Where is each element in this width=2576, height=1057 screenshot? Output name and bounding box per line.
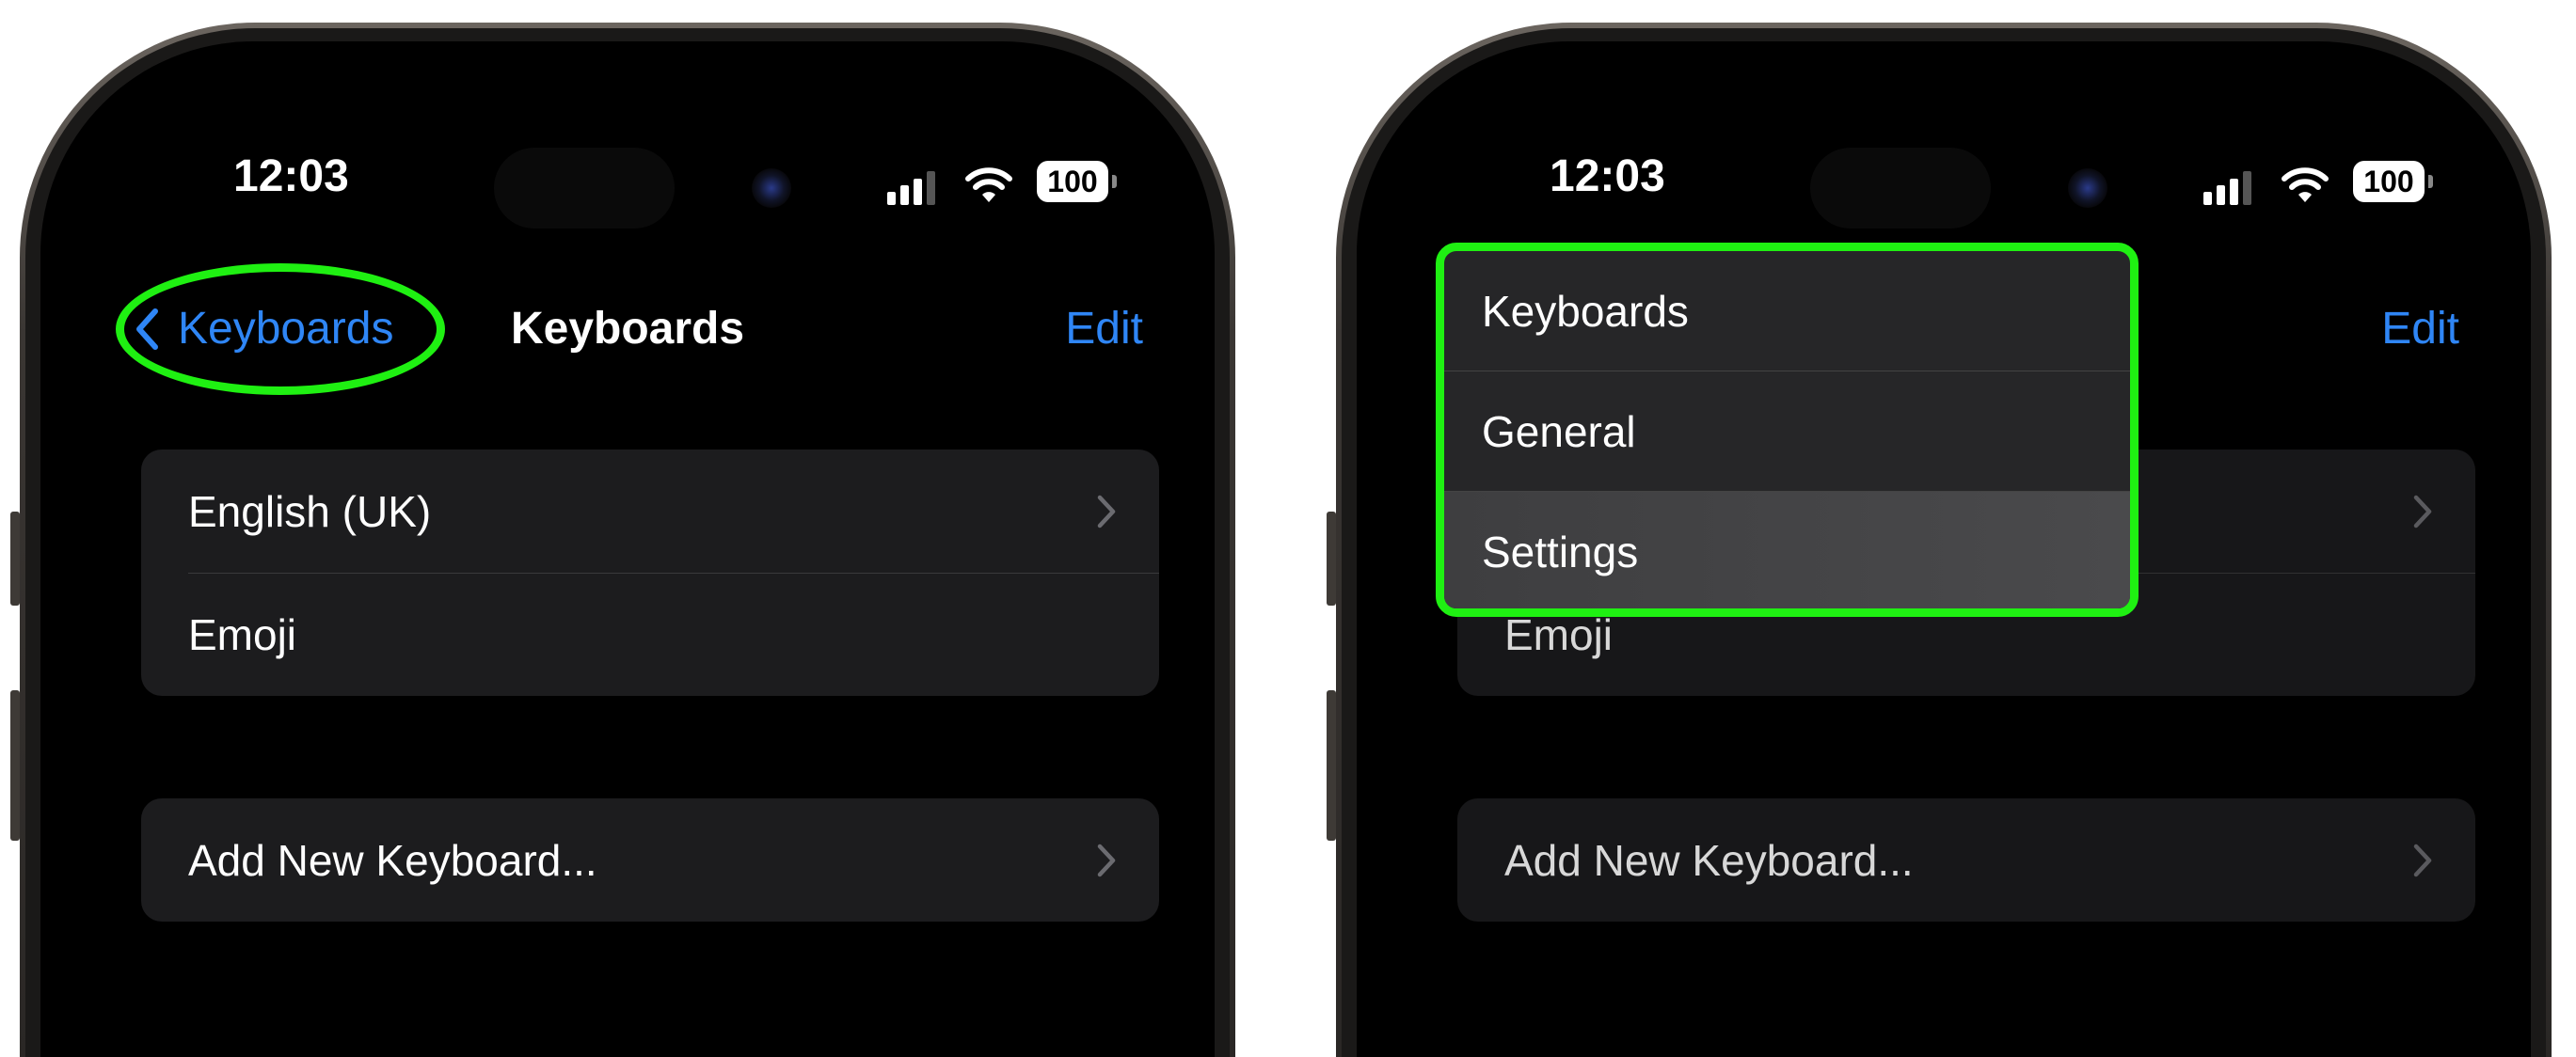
chevron-right-icon [1097,844,1116,876]
add-keyboard-label: Add New Keyboard... [188,835,597,885]
menu-item-keyboards[interactable]: Keyboards [1444,251,2130,371]
wifi-icon [965,167,1012,202]
camera-icon [752,168,791,208]
edit-button[interactable]: Edit [1065,303,1143,355]
menu-item-settings[interactable]: Settings [1444,491,2130,608]
add-keyboard-group: Add New Keyboard... [141,798,1159,922]
edit-button[interactable]: Edit [2381,303,2459,355]
list-item[interactable]: Emoji [141,573,1159,696]
cellular-signal-icon [887,171,935,205]
volume-up-button [1327,690,1336,841]
list-item[interactable]: English (UK) [141,450,1159,573]
menu-item-general[interactable]: General [1444,371,2130,491]
volume-up-button [10,690,20,841]
status-time: 12:03 [1550,151,1665,201]
side-button [10,512,20,606]
screen: 12:03 100 Keyboards Keyboards Edit Engli… [40,41,1215,1057]
add-keyboard-label: Add New Keyboard... [1504,835,1914,885]
side-button [1327,512,1336,606]
chevron-right-icon [2413,495,2432,528]
add-new-keyboard-button[interactable]: Add New Keyboard... [141,798,1159,922]
battery-icon: 100 [2353,161,2433,202]
battery-icon: 100 [1037,161,1117,202]
camera-icon [2068,168,2107,208]
keyboards-list: English (UK) Emoji [141,450,1159,696]
wifi-icon [2282,167,2329,202]
chevron-right-icon [1097,495,1116,528]
screen: 12:03 100 Edit English (UK) Emoji Add Ne… [1357,41,2531,1057]
chevron-right-icon [2413,844,2432,876]
phone-right: 12:03 100 Edit English (UK) Emoji Add Ne… [1327,23,2552,1057]
cellular-signal-icon [2203,171,2251,205]
status-time: 12:03 [233,151,349,201]
dynamic-island [1810,148,1991,229]
add-new-keyboard-button[interactable]: Add New Keyboard... [1457,798,2475,922]
back-history-menu: Keyboards General Settings [1436,243,2139,617]
phone-left: 12:03 100 Keyboards Keyboards Edit Engli… [10,23,1235,1057]
annotation-ellipse [116,263,445,395]
list-item-label: English (UK) [188,486,432,536]
dynamic-island [494,148,675,229]
list-item-label: Emoji [188,609,297,659]
add-keyboard-group: Add New Keyboard... [1457,798,2475,922]
